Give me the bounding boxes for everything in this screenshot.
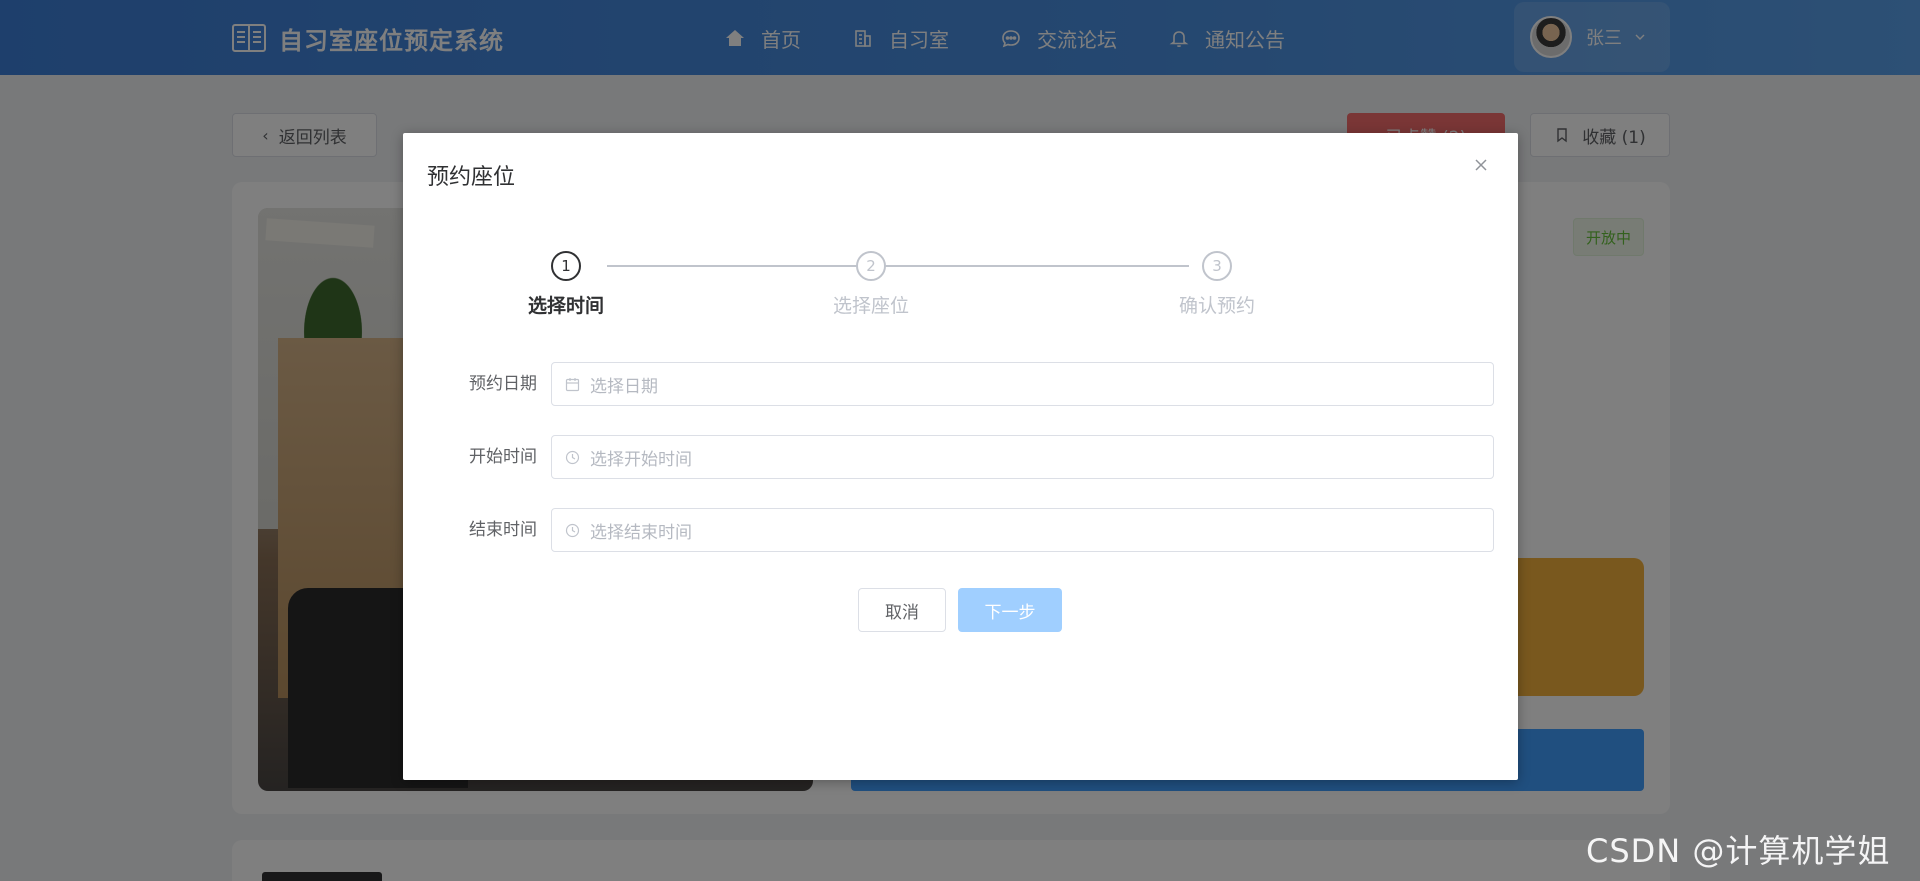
end-time-placeholder: 选择结束时间 — [590, 522, 692, 543]
start-time-placeholder: 选择开始时间 — [590, 449, 692, 470]
start-time-row: 开始时间 选择开始时间 — [403, 435, 1518, 479]
next-step-button[interactable]: 下一步 — [958, 588, 1062, 632]
step-3-indicator: 3 — [1202, 251, 1232, 281]
cancel-button[interactable]: 取消 — [858, 588, 946, 632]
step-connector — [607, 265, 898, 267]
step-3-label: 确认预约 — [1178, 295, 1255, 317]
dialog-title: 预约座位 — [427, 165, 516, 190]
clock-icon — [565, 450, 580, 464]
date-placeholder: 选择日期 — [590, 376, 658, 397]
step-connector — [898, 265, 1189, 267]
date-label: 预约日期 — [469, 374, 537, 394]
step-2-label: 选择座位 — [832, 295, 909, 317]
cancel-label: 取消 — [885, 602, 919, 623]
clock-icon — [565, 523, 580, 537]
step-1-label: 选择时间 — [527, 295, 604, 317]
calendar-icon — [565, 377, 580, 391]
close-button[interactable] — [1473, 157, 1497, 181]
step-2-indicator: 2 — [856, 251, 886, 281]
date-picker-input[interactable]: 选择日期 — [551, 362, 1494, 406]
step-1-indicator: 1 — [551, 251, 581, 281]
reserve-seat-dialog: 预约座位 1 2 3 选择时间 选择座位 确认预约 预约日期 选择日期 开始时间… — [403, 133, 1518, 780]
start-time-input[interactable]: 选择开始时间 — [551, 435, 1494, 479]
watermark: CSDN @计算机学姐 — [1586, 832, 1891, 870]
next-label: 下一步 — [984, 602, 1036, 623]
end-time-row: 结束时间 选择结束时间 — [403, 508, 1518, 552]
end-time-label: 结束时间 — [469, 520, 537, 540]
start-time-label: 开始时间 — [469, 447, 537, 467]
date-row: 预约日期 选择日期 — [403, 362, 1518, 406]
end-time-input[interactable]: 选择结束时间 — [551, 508, 1494, 552]
close-icon — [1475, 159, 1487, 171]
